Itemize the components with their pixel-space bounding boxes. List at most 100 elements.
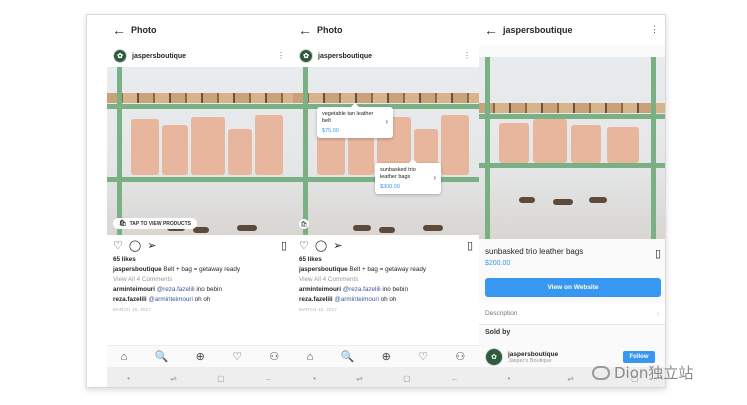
search-icon[interactable]: 🔍 bbox=[155, 350, 169, 363]
comment-text: ino bebin bbox=[382, 286, 408, 293]
seller-avatar[interactable]: ✿ bbox=[485, 348, 503, 366]
comment-icon[interactable]: ◯ bbox=[129, 239, 141, 253]
post-meta: 65 likes jaspersboutique Belt + bag = ge… bbox=[299, 255, 475, 315]
activity-icon[interactable]: ♡ bbox=[418, 350, 428, 363]
profile-icon[interactable]: ⚇ bbox=[455, 350, 465, 363]
recent-apps-icon[interactable]: ⇌ bbox=[356, 374, 363, 383]
post-photo[interactable]: vegetable tan leather belt $75.00 › sunb… bbox=[293, 67, 479, 235]
comment-mention[interactable]: @arminteimouri bbox=[148, 296, 193, 303]
back-arrow-icon[interactable]: ← bbox=[107, 15, 131, 45]
shelf-post-left bbox=[485, 57, 490, 239]
system-home-icon[interactable]: ▢ bbox=[217, 374, 225, 383]
nav-title: Photo bbox=[131, 25, 157, 35]
comment: arminteimouri @reza.fazelili ino bebin bbox=[299, 285, 475, 295]
shopping-bag-icon[interactable]: 🛍 bbox=[299, 219, 309, 229]
tap-tag-label: TAP TO VIEW PRODUCTS bbox=[129, 220, 192, 227]
comment-username[interactable]: reza.fazelili bbox=[113, 296, 147, 303]
activity-icon[interactable]: ♡ bbox=[232, 350, 242, 363]
nav-title: jaspersboutique bbox=[503, 25, 573, 35]
wechat-logo-icon bbox=[592, 365, 610, 380]
product-tag-price: $300.00 bbox=[380, 183, 400, 190]
chevron-right-icon: › bbox=[433, 173, 436, 182]
search-icon[interactable]: 🔍 bbox=[341, 350, 355, 363]
like-count[interactable]: 65 likes bbox=[113, 255, 289, 265]
product-tag-bags[interactable]: sunbasked trio leather bags $300.00 › bbox=[375, 159, 441, 194]
heart-icon[interactable]: ♡ bbox=[299, 239, 309, 253]
comment-username[interactable]: arminteimouri bbox=[113, 286, 155, 293]
system-nav-bar: • ⇌ ▢ ← bbox=[293, 367, 479, 387]
shelf-post-right bbox=[651, 57, 656, 239]
comment-username[interactable]: arminteimouri bbox=[299, 286, 341, 293]
post-action-bar: ♡ ◯ ➢ ▯ bbox=[299, 239, 473, 253]
system-back-icon[interactable]: ← bbox=[265, 374, 273, 383]
watermark: Dion独立站 bbox=[592, 362, 693, 383]
comment: reza.fazelili @arminteimouri oh oh bbox=[113, 295, 289, 305]
home-icon[interactable]: ⌂ bbox=[121, 351, 128, 363]
bag-right bbox=[607, 127, 639, 163]
back-arrow-icon[interactable]: ← bbox=[293, 15, 317, 45]
comment-mention[interactable]: @reza.fazelili bbox=[157, 286, 195, 293]
caption-username[interactable]: jaspersboutique bbox=[113, 266, 162, 273]
system-back-icon[interactable]: ← bbox=[451, 374, 459, 383]
comment-mention[interactable]: @arminteimouri bbox=[334, 296, 379, 303]
photo-panel-untagged: ← Photo ✿ jaspersboutique ⋮ 🛍 TAP TO VIE… bbox=[107, 15, 293, 387]
tap-to-view-products-tag[interactable]: 🛍 TAP TO VIEW PRODUCTS bbox=[113, 218, 198, 229]
caption-text: Belt + bag = getaway ready bbox=[349, 266, 427, 273]
post-username[interactable]: jaspersboutique bbox=[132, 53, 186, 60]
share-icon[interactable]: ➢ bbox=[147, 239, 156, 253]
comment-username[interactable]: reza.fazelili bbox=[299, 296, 333, 303]
product-photo[interactable] bbox=[479, 57, 665, 239]
shoe bbox=[353, 225, 371, 231]
add-post-icon[interactable]: ⊕ bbox=[196, 350, 205, 363]
post-photo[interactable]: 🛍 TAP TO VIEW PRODUCTS bbox=[107, 67, 293, 235]
comment-icon[interactable]: ◯ bbox=[315, 239, 327, 253]
product-name: sunbasked trio leather bags bbox=[485, 247, 584, 256]
recent-apps-icon[interactable]: ⇌ bbox=[567, 374, 574, 383]
post-date: MARCH 15, 2017 bbox=[113, 307, 152, 312]
more-options-icon[interactable]: ⋮ bbox=[277, 51, 285, 60]
product-tag-name: vegetable tan leather belt bbox=[322, 111, 374, 124]
bookmark-icon[interactable]: ▯ bbox=[467, 239, 473, 253]
product-tag-belt[interactable]: vegetable tan leather belt $75.00 › bbox=[317, 103, 393, 138]
post-meta: 65 likes jaspersboutique Belt + bag = ge… bbox=[113, 255, 289, 315]
add-post-icon[interactable]: ⊕ bbox=[382, 350, 391, 363]
system-nav-bar: • ⇌ ▢ ← bbox=[107, 367, 293, 387]
belt-row bbox=[293, 93, 479, 103]
like-count[interactable]: 65 likes bbox=[299, 255, 475, 265]
shoe bbox=[423, 225, 443, 231]
shoe bbox=[237, 225, 257, 231]
back-arrow-icon[interactable]: ← bbox=[479, 15, 503, 45]
post-username[interactable]: jaspersboutique bbox=[318, 53, 372, 60]
seller-name[interactable]: jaspersboutique bbox=[508, 351, 558, 358]
caption: jaspersboutique Belt + bag = getaway rea… bbox=[113, 265, 289, 275]
product-price: $200.00 bbox=[485, 260, 511, 267]
view-comments-link[interactable]: View All 4 Comments bbox=[113, 275, 289, 285]
more-options-icon[interactable]: ⋮ bbox=[650, 24, 659, 35]
bag-right bbox=[441, 115, 469, 175]
bag-large bbox=[571, 125, 601, 163]
share-icon[interactable]: ➢ bbox=[333, 239, 342, 253]
description-row[interactable]: Description › bbox=[479, 303, 665, 325]
bookmark-icon[interactable]: ▯ bbox=[281, 239, 287, 253]
heart-icon[interactable]: ♡ bbox=[113, 239, 123, 253]
avatar[interactable]: ✿ bbox=[113, 49, 127, 63]
bookmark-icon[interactable]: ▯ bbox=[655, 247, 661, 260]
chevron-right-icon: › bbox=[656, 309, 659, 318]
system-dot-icon[interactable]: • bbox=[507, 374, 510, 383]
shelf-middle bbox=[107, 177, 293, 182]
more-options-icon[interactable]: ⋮ bbox=[463, 51, 471, 60]
comment-mention[interactable]: @reza.fazelili bbox=[343, 286, 381, 293]
system-home-icon[interactable]: ▢ bbox=[403, 374, 411, 383]
caption-username[interactable]: jaspersboutique bbox=[299, 266, 348, 273]
screenshot-stage: ← Photo ✿ jaspersboutique ⋮ 🛍 TAP TO VIE… bbox=[0, 0, 747, 405]
comment-text: oh oh bbox=[380, 296, 397, 303]
top-nav-bar: ← Photo bbox=[107, 15, 293, 45]
profile-icon[interactable]: ⚇ bbox=[269, 350, 279, 363]
avatar[interactable]: ✿ bbox=[299, 49, 313, 63]
view-comments-link[interactable]: View All 4 Comments bbox=[299, 275, 475, 285]
view-on-website-button[interactable]: View on Website bbox=[485, 278, 661, 297]
system-dot-icon[interactable]: • bbox=[313, 374, 316, 383]
system-dot-icon[interactable]: • bbox=[127, 374, 130, 383]
recent-apps-icon[interactable]: ⇌ bbox=[170, 374, 177, 383]
home-icon[interactable]: ⌂ bbox=[307, 351, 314, 363]
